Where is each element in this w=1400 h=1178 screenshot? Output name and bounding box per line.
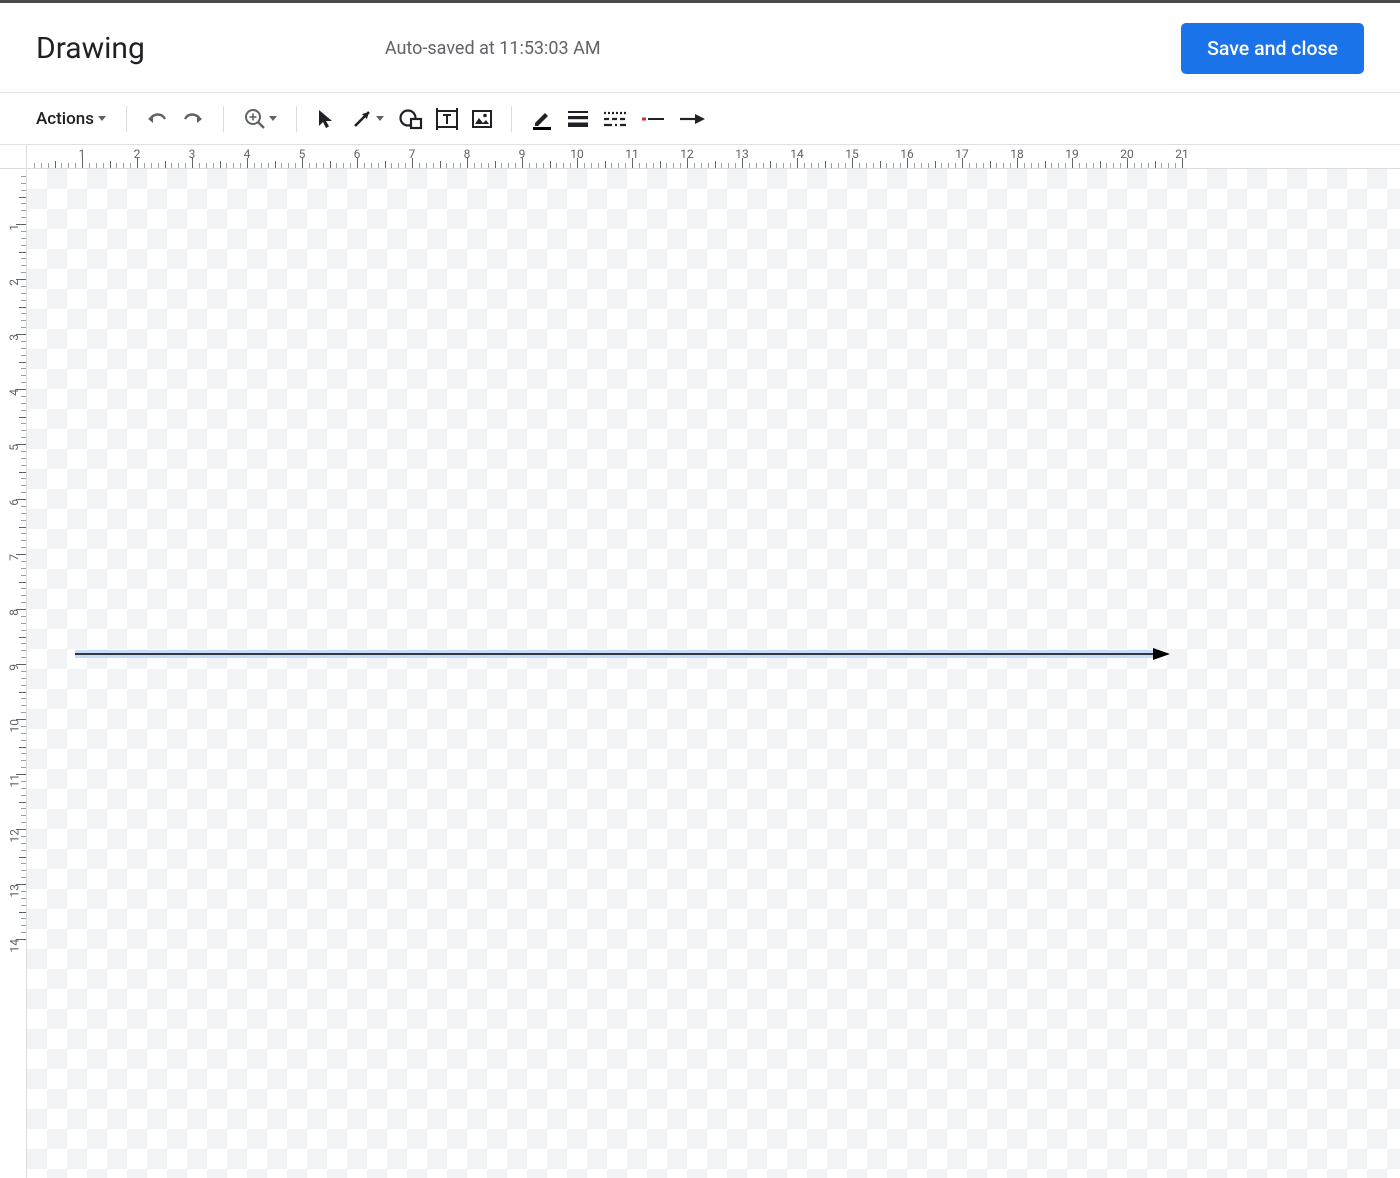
vertical-ruler: 1234567891011121314 xyxy=(0,169,27,1178)
ruler-number: 9 xyxy=(519,147,526,161)
ruler-number: 4 xyxy=(7,389,21,396)
line-weight-icon xyxy=(566,109,590,129)
save-and-close-button[interactable]: Save and close xyxy=(1181,23,1364,74)
image-icon xyxy=(471,109,493,129)
cursor-icon xyxy=(315,108,335,130)
line-end-icon xyxy=(678,112,706,126)
ruler-number: 16 xyxy=(900,147,914,161)
ruler-number: 4 xyxy=(244,147,251,161)
chevron-down-icon xyxy=(98,116,106,121)
text-box-icon xyxy=(435,108,459,130)
chevron-down-icon xyxy=(376,116,384,121)
ruler-number: 12 xyxy=(680,147,694,161)
ruler-number: 18 xyxy=(1010,147,1024,161)
ruler-number: 3 xyxy=(7,334,21,341)
dialog-title: Drawing xyxy=(36,31,145,66)
ruler-number: 17 xyxy=(955,147,969,161)
line-tool-button[interactable] xyxy=(341,103,393,135)
ruler-number: 5 xyxy=(299,147,306,161)
ruler-number: 11 xyxy=(7,774,21,788)
ruler-number: 14 xyxy=(7,939,21,953)
ruler-number: 11 xyxy=(625,147,639,161)
ruler-number: 12 xyxy=(7,829,21,843)
line-weight-button[interactable] xyxy=(560,103,596,135)
actions-menu-button[interactable]: Actions xyxy=(30,103,114,135)
redo-button[interactable] xyxy=(175,103,211,135)
ruler-number: 19 xyxy=(1065,147,1079,161)
ruler-number: 9 xyxy=(7,664,21,671)
line-start-button[interactable] xyxy=(634,103,672,135)
ruler-number: 5 xyxy=(7,444,21,451)
ruler-number: 2 xyxy=(134,147,141,161)
zoom-icon xyxy=(244,108,266,130)
ruler-number: 1 xyxy=(7,224,21,231)
image-button[interactable] xyxy=(465,103,499,135)
line-icon xyxy=(351,108,373,130)
pen-icon xyxy=(530,107,554,131)
toolbar-separator xyxy=(223,106,224,132)
ruler-number: 10 xyxy=(7,719,21,733)
editor-area: 123456789101112131415161718192021 123456… xyxy=(0,145,1400,1178)
arrow-line-shape[interactable] xyxy=(75,647,1170,661)
ruler-number: 21 xyxy=(1175,147,1189,161)
toolbar: Actions xyxy=(0,93,1400,145)
ruler-number: 1 xyxy=(79,147,86,161)
line-end-button[interactable] xyxy=(672,103,712,135)
dialog-header: Drawing Auto-saved at 11:53:03 AM Save a… xyxy=(0,3,1400,93)
autosave-status: Auto-saved at 11:53:03 AM xyxy=(385,38,601,59)
ruler-number: 20 xyxy=(1120,147,1134,161)
ruler-number: 13 xyxy=(735,147,749,161)
ruler-number: 2 xyxy=(7,279,21,286)
ruler-number: 14 xyxy=(790,147,804,161)
horizontal-ruler: 123456789101112131415161718192021 xyxy=(27,145,1400,169)
ruler-number: 7 xyxy=(7,554,21,561)
ruler-number: 13 xyxy=(7,884,21,898)
ruler-number: 6 xyxy=(7,499,21,506)
ruler-number: 10 xyxy=(570,147,584,161)
ruler-number: 6 xyxy=(354,147,361,161)
toolbar-separator xyxy=(126,106,127,132)
undo-icon xyxy=(145,109,169,129)
ruler-number: 15 xyxy=(845,147,859,161)
line-color-button[interactable] xyxy=(524,103,560,135)
toolbar-separator xyxy=(511,106,512,132)
ruler-corner xyxy=(0,145,27,169)
ruler-number: 8 xyxy=(464,147,471,161)
ruler-number: 7 xyxy=(409,147,416,161)
redo-icon xyxy=(181,109,205,129)
line-dash-icon xyxy=(602,109,628,129)
select-tool-button[interactable] xyxy=(309,103,341,135)
zoom-button[interactable] xyxy=(236,103,284,135)
ruler-number: 3 xyxy=(189,147,196,161)
line-start-icon xyxy=(640,113,666,125)
actions-label: Actions xyxy=(36,109,94,129)
shape-icon xyxy=(399,108,423,130)
line-dash-button[interactable] xyxy=(596,103,634,135)
drawing-canvas[interactable] xyxy=(27,169,1400,1178)
shape-tool-button[interactable] xyxy=(393,103,429,135)
ruler-number: 8 xyxy=(7,609,21,616)
toolbar-separator xyxy=(296,106,297,132)
text-box-button[interactable] xyxy=(429,103,465,135)
chevron-down-icon xyxy=(269,116,277,121)
undo-button[interactable] xyxy=(139,103,175,135)
